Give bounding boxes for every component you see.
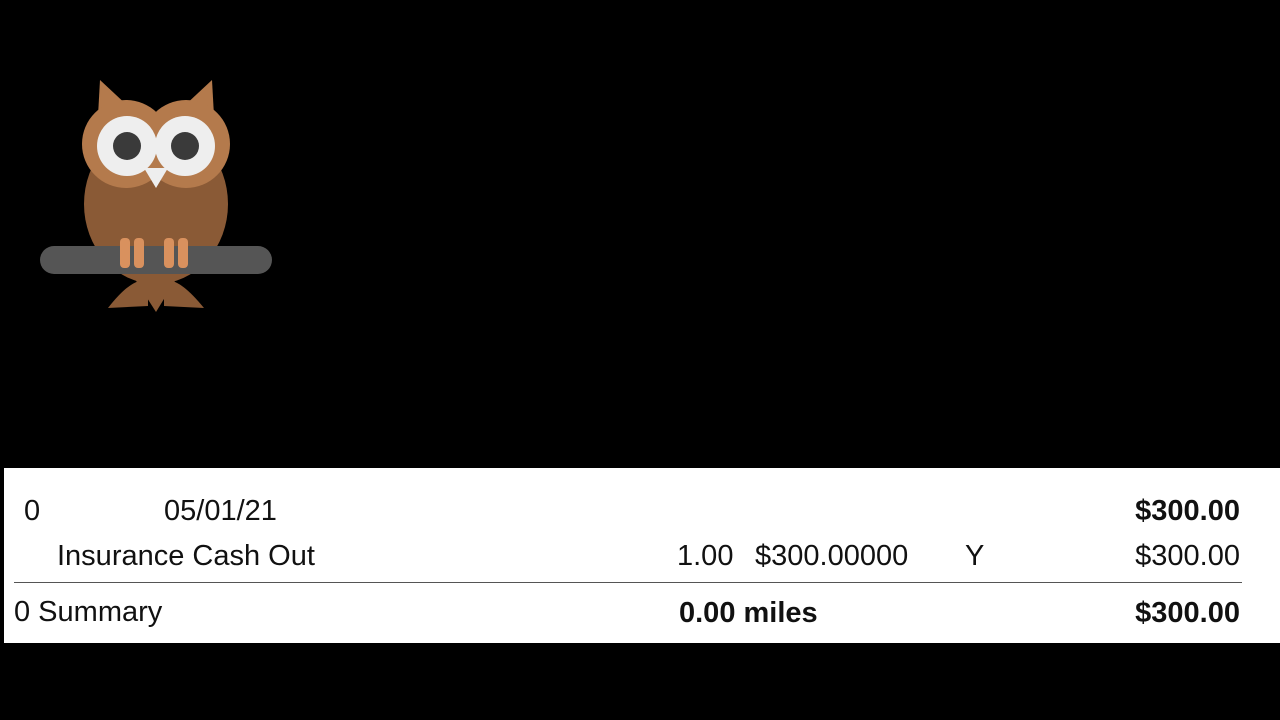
owl-branch: [40, 246, 272, 274]
summary-label: 0 Summary: [14, 596, 163, 628]
owl-foot-left-b: [134, 238, 144, 268]
record-total: $300.00: [1135, 495, 1240, 527]
owl-tail-right: [164, 280, 204, 308]
owl-pupil-right: [171, 132, 199, 160]
line-item-amount: $300.00: [1135, 540, 1240, 572]
summary-miles: 0.00 miles: [679, 597, 818, 629]
record-id: 0: [24, 495, 41, 527]
owl-pupil-left: [113, 132, 141, 160]
record-date: 05/01/21: [164, 495, 277, 527]
line-item-quantity: 1.00: [677, 540, 734, 572]
report-panel: 0 05/01/21 $300.00 Insurance Cash Out 1.…: [4, 468, 1280, 643]
owl-tail-left: [108, 280, 148, 308]
line-item-rate: $300.00000: [755, 540, 909, 572]
owl-foot-left-a: [120, 238, 130, 268]
owl-foot-right-a: [164, 238, 174, 268]
summary-total: $300.00: [1135, 597, 1240, 629]
owl-icon: [40, 80, 272, 312]
line-item-description: Insurance Cash Out: [57, 540, 315, 572]
line-item-flag: Y: [965, 540, 985, 572]
owl-foot-right-b: [178, 238, 188, 268]
summary-divider: [14, 582, 1242, 583]
video-frame: 0 05/01/21 $300.00 Insurance Cash Out 1.…: [0, 0, 1280, 720]
